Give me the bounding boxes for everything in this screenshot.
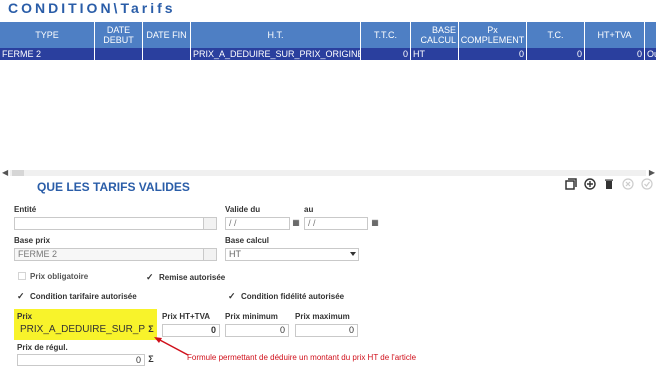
col-header-ttc[interactable]: T.T.C. <box>361 22 411 48</box>
prix-minimum-label: Prix minimum <box>225 312 278 321</box>
cell-ht-tva: 0 <box>585 48 645 60</box>
validate-icon[interactable] <box>640 177 654 191</box>
condition-tarifaire-checkbox[interactable]: ✓ Condition tarifaire autorisée <box>17 291 137 302</box>
au-label: au <box>304 205 314 214</box>
col-header-base-calcul[interactable]: BASE CALCUL <box>411 22 459 48</box>
entite-field[interactable] <box>14 217 204 230</box>
checkbox-box <box>18 272 26 280</box>
page-title: CONDITION\Tarifs <box>8 0 176 16</box>
copy-icon[interactable] <box>564 177 578 191</box>
check-icon: ✓ <box>228 291 236 301</box>
base-calcul-select[interactable]: HT <box>225 248 359 261</box>
prix-minimum-field[interactable]: 0 <box>225 324 289 337</box>
prix-maximum-label: Prix maximum <box>295 312 350 321</box>
prix-field[interactable]: PRIX_A_DEDUIRE_SUR_PR <box>17 324 145 337</box>
col-header-ht[interactable]: H.T. <box>191 22 361 48</box>
add-icon[interactable] <box>583 177 597 191</box>
col-header-tc[interactable]: T.C. <box>527 22 585 48</box>
scroll-track[interactable] <box>10 170 646 176</box>
col-header-px-complement[interactable]: Px COMPLEMENT <box>459 22 527 48</box>
prix-regul-field[interactable]: 0 <box>17 354 145 366</box>
prix-maximum-field[interactable]: 0 <box>295 324 358 337</box>
valide-du-field[interactable]: / / <box>225 217 290 230</box>
cell-ht: PRIX_A_DEDUIRE_SUR_PRIX_ORIGINE <box>191 48 361 60</box>
cell-tc: 0 <box>527 48 585 60</box>
condition-fidelite-label: Condition fidélité autorisée <box>241 292 345 301</box>
prix-obligatoire-label: Prix obligatoire <box>30 272 89 281</box>
cell-type: FERME 2 <box>0 48 95 60</box>
col-header-type[interactable]: TYPE <box>0 22 95 48</box>
prix-label: Prix <box>17 312 33 321</box>
chevron-down-icon <box>350 252 356 256</box>
toolbar <box>564 177 654 191</box>
col-header-date-debut[interactable]: DATE DEBUT <box>95 22 143 48</box>
col-header-t[interactable]: T <box>645 22 656 48</box>
base-prix-picker-button[interactable] <box>203 248 217 261</box>
scroll-thumb[interactable] <box>12 170 24 176</box>
cancel-icon[interactable] <box>621 177 635 191</box>
remise-autorisee-label: Remise autorisée <box>159 273 226 282</box>
scroll-left-icon[interactable]: ◀ <box>2 168 8 178</box>
base-prix-field[interactable]: FERME 2 <box>14 248 204 261</box>
check-icon: ✓ <box>146 272 154 282</box>
entite-picker-button[interactable] <box>203 217 217 230</box>
delete-icon[interactable] <box>602 177 616 191</box>
col-header-ht-tva[interactable]: HT+TVA <box>585 22 645 48</box>
cell-date-debut <box>95 48 143 60</box>
base-calcul-value: HT <box>229 249 241 259</box>
cell-px-complement: 0 <box>459 48 527 60</box>
check-icon: ✓ <box>17 291 25 301</box>
calendar-icon[interactable]: ▦ <box>289 217 303 230</box>
cell-date-fin <box>143 48 191 60</box>
condition-tarifaire-label: Condition tarifaire autorisée <box>30 292 137 301</box>
valide-du-label: Valide du <box>225 205 261 214</box>
calendar-icon[interactable]: ▦ <box>368 217 382 230</box>
tarifs-grid: TYPE DATE DEBUT DATE FIN H.T. T.T.C. BAS… <box>0 22 656 148</box>
prix-regul-label: Prix de régul. <box>17 343 68 352</box>
entite-label: Entité <box>14 205 37 214</box>
base-calcul-label: Base calcul <box>225 236 270 245</box>
table-row[interactable]: FERME 2 PRIX_A_DEDUIRE_SUR_PRIX_ORIGINE … <box>0 48 656 60</box>
prix-ht-tva-label: Prix HT+TVA <box>162 312 211 321</box>
prix-obligatoire-checkbox[interactable]: Prix obligatoire <box>18 272 88 281</box>
au-field[interactable]: / / <box>304 217 368 230</box>
remise-autorisee-checkbox[interactable]: ✓ Remise autorisée <box>146 272 225 283</box>
cell-ttc: 0 <box>361 48 411 60</box>
horizontal-scrollbar[interactable]: ◀ ▶ <box>0 168 656 178</box>
base-prix-label: Base prix <box>14 236 51 245</box>
annotation-note: Formule permettant de déduire un montant… <box>187 353 417 362</box>
col-header-date-fin[interactable]: DATE FIN <box>143 22 191 48</box>
cell-base-calcul: HT <box>411 48 459 60</box>
annotation-arrow-icon <box>154 337 189 356</box>
section-title: QUE LES TARIFS VALIDES <box>37 180 190 194</box>
condition-fidelite-checkbox[interactable]: ✓ Condition fidélité autorisée <box>228 291 344 302</box>
grid-header: TYPE DATE DEBUT DATE FIN H.T. T.T.C. BAS… <box>0 22 656 48</box>
cell-t: Oui <box>645 48 656 60</box>
